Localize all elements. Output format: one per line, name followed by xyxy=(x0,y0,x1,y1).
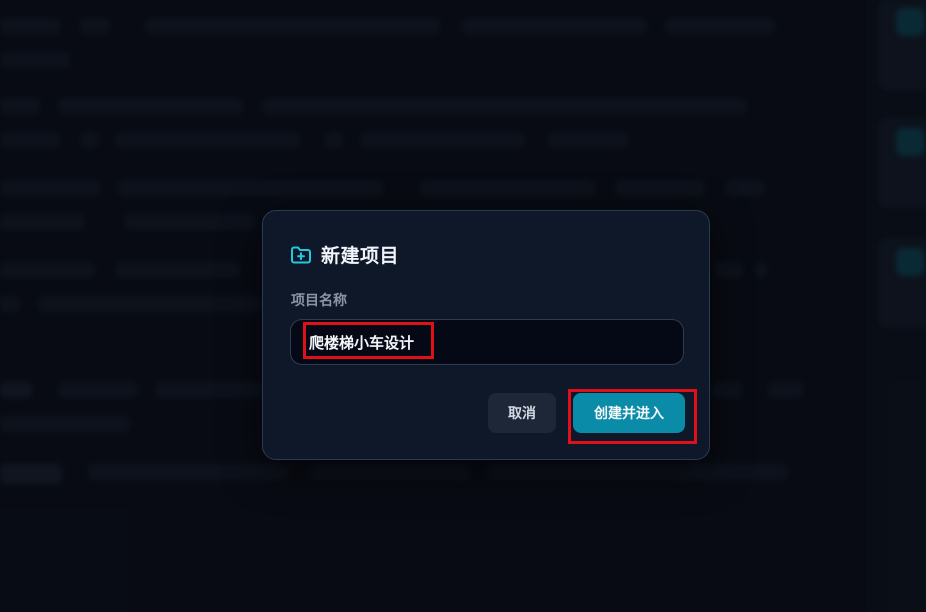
dialog-header: 新建项目 xyxy=(290,241,399,268)
project-name-input[interactable] xyxy=(290,319,684,365)
new-project-dialog: 新建项目 项目名称 取消 创建并进入 xyxy=(262,210,710,460)
dialog-title: 新建项目 xyxy=(321,245,400,267)
create-and-enter-button[interactable]: 创建并进入 xyxy=(573,393,685,433)
cancel-button[interactable]: 取消 xyxy=(488,393,556,433)
project-name-label: 项目名称 xyxy=(291,293,347,309)
folder-plus-icon xyxy=(290,245,312,265)
